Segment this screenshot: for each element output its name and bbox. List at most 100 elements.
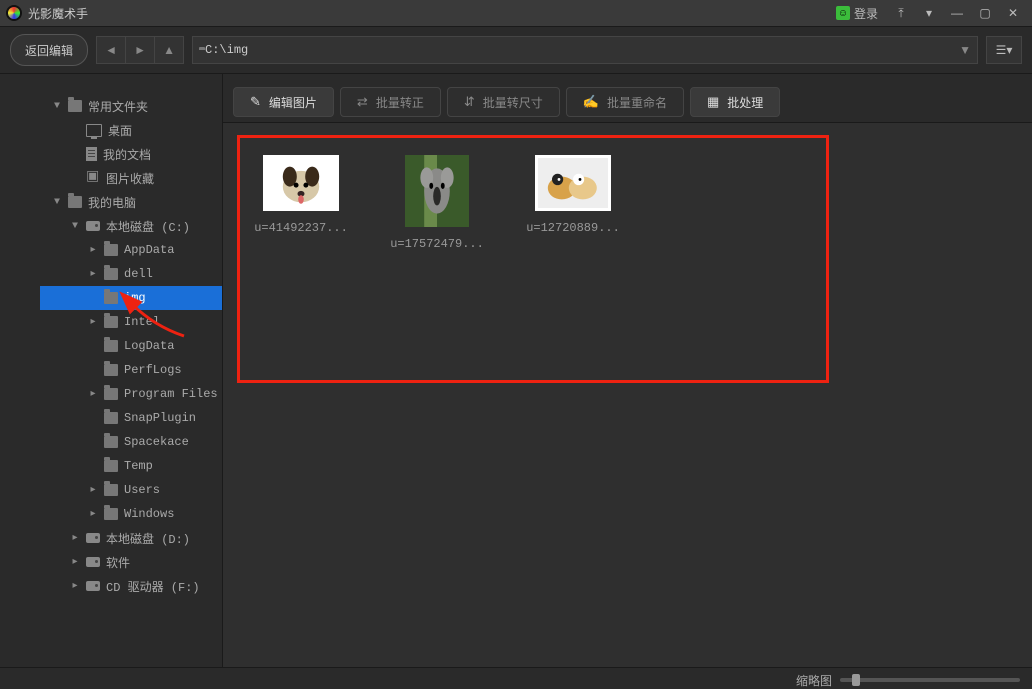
folder-icon <box>104 412 118 424</box>
caret-collapsed-icon[interactable]: ▸ <box>70 556 80 568</box>
thumbnail-image <box>405 155 469 227</box>
drive-icon <box>86 533 100 543</box>
tab-批量转尺寸[interactable]: ⇵ 批量转尺寸 <box>447 87 560 117</box>
thumbnail-area[interactable]: u=41492237... u=17572479... u=12720889... <box>223 123 1032 667</box>
folder-icon <box>104 340 118 352</box>
tree-node--[interactable]: ▣图片收藏 <box>40 166 222 190</box>
thumbnail-item[interactable]: u=17572479... <box>389 155 485 251</box>
tree-label: 我的电脑 <box>88 194 136 211</box>
main-area: ▼常用文件夹桌面我的文档▣图片收藏 ▼ 我的电脑 ▼本地磁盘 (C:) ▸ AppData… <box>0 74 1032 667</box>
tree-node--[interactable]: ▼ 我的电脑 <box>40 190 222 214</box>
app-logo-icon <box>6 5 22 21</box>
tree-label: Windows <box>124 507 174 521</box>
thumbnail-item[interactable]: u=41492237... <box>253 155 349 251</box>
doc-icon <box>86 147 97 161</box>
caret-collapsed-icon[interactable]: ▸ <box>88 388 98 400</box>
caret-expanded-icon[interactable]: ▼ <box>52 197 62 208</box>
tab-批量转正[interactable]: ⇄批量转正 <box>340 87 441 117</box>
nav-toolbar: 返回编辑 ◄ ► ▲ C:\img ▼ ☰▾ <box>0 27 1032 74</box>
caret-collapsed-icon[interactable]: ▸ <box>88 268 98 280</box>
folder-icon <box>104 364 118 376</box>
tree-node-windows[interactable]: ▸ Windows <box>40 502 222 526</box>
caret-collapsed-icon[interactable]: ▸ <box>88 484 98 496</box>
path-bar[interactable]: C:\img ▼ <box>192 36 978 64</box>
folder-icon <box>104 388 118 400</box>
tree-node-cd-f-[interactable]: ▸CD 驱动器 (F:) <box>40 574 222 598</box>
tab-批量重命名[interactable]: ✍ 批量重命名 <box>566 87 684 117</box>
tree-label: Spacekace <box>124 435 189 449</box>
tree-label: LogData <box>124 339 174 353</box>
zoom-label: 缩略图 <box>796 672 832 689</box>
tab-label: 批量转正 <box>376 94 424 111</box>
tree-node-intel[interactable]: ▸ Intel <box>40 310 222 334</box>
thumbnail-size-slider[interactable] <box>840 678 1020 682</box>
menu-dropdown-button[interactable]: ▾ <box>916 3 942 23</box>
login-button[interactable]: ☺ 登录 <box>828 5 886 22</box>
tree-node--c-[interactable]: ▼本地磁盘 (C:) <box>40 214 222 238</box>
tree-label: Intel <box>124 315 160 329</box>
caret-collapsed-icon[interactable]: ▸ <box>88 244 98 256</box>
tree-label: AppData <box>124 243 174 257</box>
tab-批处理[interactable]: ▦批处理 <box>690 87 780 117</box>
folder-icon <box>68 196 82 208</box>
tree-node-img[interactable]: img <box>40 286 222 310</box>
tab-icon: ✍ <box>583 94 599 110</box>
drive-icon <box>86 581 100 591</box>
thumbnail-item[interactable]: u=12720889... <box>525 155 621 251</box>
close-button[interactable]: ✕ <box>1000 3 1026 23</box>
minimize-button[interactable]: — <box>944 3 970 23</box>
tree-label: Program Files <box>124 387 218 401</box>
tab-label: 编辑图片 <box>269 94 317 111</box>
view-options-button[interactable]: ☰▾ <box>986 36 1022 64</box>
tab-label: 批量转尺寸 <box>483 94 543 111</box>
caret-expanded-icon[interactable]: ▼ <box>52 101 62 112</box>
caret-collapsed-icon[interactable]: ▸ <box>70 580 80 592</box>
maximize-button[interactable]: ▢ <box>972 3 998 23</box>
tree-node-temp[interactable]: Temp <box>40 454 222 478</box>
tree-node-spacekace[interactable]: Spacekace <box>40 430 222 454</box>
tree-label: Users <box>124 483 160 497</box>
folder-icon <box>68 100 82 112</box>
tree-label: Temp <box>124 459 153 473</box>
tree-node-program-files[interactable]: ▸ Program Files <box>40 382 222 406</box>
pin-button[interactable]: ⤒ <box>888 3 914 23</box>
tree-node--[interactable]: 桌面 <box>40 118 222 142</box>
tree-label: SnapPlugin <box>124 411 196 425</box>
tree-label: PerfLogs <box>124 363 182 377</box>
caret-collapsed-icon[interactable]: ▸ <box>88 316 98 328</box>
caret-expanded-icon[interactable]: ▼ <box>70 221 80 232</box>
tree-node--d-[interactable]: ▸本地磁盘 (D:) <box>40 526 222 550</box>
tab-icon: ⇵ <box>464 94 475 110</box>
caret-collapsed-icon[interactable]: ▸ <box>70 532 80 544</box>
tree-node-perflogs[interactable]: PerfLogs <box>40 358 222 382</box>
tree-node--[interactable]: ▸软件 <box>40 550 222 574</box>
tree-node-users[interactable]: ▸ Users <box>40 478 222 502</box>
tree-node--[interactable]: 我的文档 <box>40 142 222 166</box>
tree-node-dell[interactable]: ▸ dell <box>40 262 222 286</box>
nav-back-button[interactable]: ◄ <box>96 36 126 64</box>
folder-icon <box>104 292 118 304</box>
tree-label: dell <box>124 267 153 281</box>
back-to-edit-button[interactable]: 返回编辑 <box>10 34 88 66</box>
caret-collapsed-icon[interactable]: ▸ <box>88 508 98 520</box>
tab-icon: ▦ <box>707 94 719 110</box>
thumbnail-image <box>535 155 611 211</box>
title-bar: 光影魔术手 ☺ 登录 ⤒ ▾ — ▢ ✕ <box>0 0 1032 27</box>
nav-forward-button[interactable]: ► <box>126 36 155 64</box>
path-dropdown-icon[interactable]: ▼ <box>959 43 971 57</box>
tree-label: 桌面 <box>108 122 132 139</box>
tree-label: img <box>124 291 146 305</box>
folder-icon <box>104 436 118 448</box>
tab-label: 批量重命名 <box>607 94 667 111</box>
slider-knob-icon[interactable] <box>852 674 860 686</box>
path-text: C:\img <box>205 43 248 57</box>
desk-icon <box>86 124 102 137</box>
tree-node--[interactable]: ▼常用文件夹 <box>40 94 222 118</box>
drive-icon <box>86 557 100 567</box>
tree-node-appdata[interactable]: ▸ AppData <box>40 238 222 262</box>
tree-node-snapplugin[interactable]: SnapPlugin <box>40 406 222 430</box>
tree-node-logdata[interactable]: LogData <box>40 334 222 358</box>
back-label: 返回编辑 <box>25 42 73 59</box>
tab-编辑图片[interactable]: ✎编辑图片 <box>233 87 334 117</box>
nav-up-button[interactable]: ▲ <box>155 36 184 64</box>
